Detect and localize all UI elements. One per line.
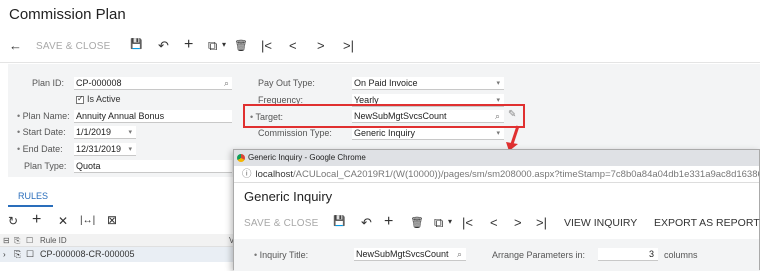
checkbox-checked-icon[interactable] (76, 94, 84, 104)
popup-save-close-button[interactable]: SAVE & CLOSE (244, 218, 318, 229)
popup-window-title: Generic Inquiry - Google Chrome (248, 153, 366, 162)
popup-undo-icon[interactable]: ↶ (361, 215, 372, 231)
main-toolbar: ← SAVE & CLOSE 💾 ↶ + ⧉ ▾ 🗑 |< < > >| (0, 36, 760, 58)
next-record-icon[interactable]: > (317, 38, 325, 53)
chevron-down-icon[interactable]: ▾ (496, 128, 500, 140)
popup-save-icon[interactable]: 💾 (333, 216, 345, 227)
row-select-icon: ⊟ (3, 236, 10, 245)
start-date-label: Start Date: (17, 127, 66, 137)
page-title: Commission Plan (9, 6, 126, 23)
attachment-icon: ⎘ (14, 236, 21, 245)
add-icon[interactable]: + (184, 36, 193, 54)
end-date-field[interactable]: 12/31/2019 ▾ (74, 143, 136, 156)
previous-record-icon[interactable]: < (289, 38, 297, 53)
inquiry-title-field[interactable]: NewSubMgtSvcsCount ⌕ (354, 248, 466, 261)
start-date-field[interactable]: 1/1/2019 ▾ (74, 126, 136, 139)
popup-toolbar: SAVE & CLOSE 💾 ↶ + 🗑 ⧉ ▾ |< < > >| VIEW … (234, 213, 760, 235)
row-expand-icon[interactable]: › (3, 247, 6, 262)
url-host: localhost (255, 169, 294, 180)
refresh-icon[interactable]: ↻ (8, 214, 18, 228)
popup-first-record-icon[interactable]: |< (462, 215, 473, 230)
last-record-icon[interactable]: >| (343, 38, 354, 53)
target-highlight-box (243, 104, 525, 128)
column-header-rule-id[interactable]: Rule ID (40, 234, 67, 247)
address-bar[interactable]: ⓘ localhost/ACULocal_CA2019R1/(W(10000))/… (234, 166, 759, 183)
grid-header: ⊟ ⎘ ☐ Rule ID V (0, 234, 240, 247)
plan-type-field[interactable]: Quota (74, 160, 232, 173)
rule-id-cell[interactable]: CP-000008-CR-000005 (40, 247, 135, 262)
generic-inquiry-popup: Generic Inquiry - Google Chrome ⓘ localho… (233, 149, 760, 271)
popup-next-record-icon[interactable]: > (514, 215, 522, 230)
delete-row-icon[interactable]: ✕ (58, 214, 68, 228)
pay-out-type-field[interactable]: On Paid Invoice ▾ (352, 77, 504, 90)
plan-type-value: Quota (76, 161, 101, 171)
note-icon: ☐ (26, 236, 34, 245)
plan-name-value: Annuity Annual Bonus (76, 111, 165, 121)
url-path: /ACULocal_CA2019R1/(W(10000))/pages/sm/s… (293, 169, 759, 180)
inquiry-title-label: Inquiry Title: (254, 250, 309, 260)
search-icon[interactable]: ⌕ (457, 248, 462, 260)
arrange-parameters-field[interactable]: 3 (598, 248, 658, 261)
chevron-down-icon[interactable]: ▾ (128, 144, 132, 156)
fit-columns-icon[interactable]: |↔| (80, 215, 95, 226)
view-inquiry-button[interactable]: VIEW INQUIRY (564, 217, 637, 229)
arrange-parameters-label: Arrange Parameters in: (492, 250, 586, 260)
pay-out-type-label: Pay Out Type: (258, 78, 315, 88)
export-as-report-button[interactable]: EXPORT AS REPORT (654, 217, 760, 229)
copy-icon[interactable]: ⧉ (208, 38, 217, 54)
copy-caret-icon[interactable]: ▾ (222, 40, 226, 49)
popup-previous-record-icon[interactable]: < (490, 215, 498, 230)
note-icon: ☐ (26, 249, 35, 259)
arrow-down-icon (506, 125, 520, 151)
popup-page-title: Generic Inquiry (244, 189, 333, 204)
is-active-label: Is Active (87, 94, 121, 104)
save-close-button[interactable]: SAVE & CLOSE (36, 41, 110, 52)
inquiry-title-value: NewSubMgtSvcsCount (356, 249, 449, 259)
add-row-icon[interactable]: + (32, 211, 41, 229)
attachment-icon: ⎘ (14, 249, 22, 259)
plan-id-value: CP-000008 (76, 78, 122, 88)
plan-id-field[interactable]: CP-000008 ⌕ (74, 77, 232, 90)
chevron-down-icon[interactable]: ▾ (128, 127, 132, 139)
plan-type-label: Plan Type: (24, 161, 67, 171)
columns-label: columns (664, 250, 698, 260)
popup-title-bar: Generic Inquiry - Google Chrome (234, 150, 759, 166)
chevron-down-icon[interactable]: ▾ (496, 78, 500, 90)
search-icon[interactable]: ⌕ (224, 77, 229, 89)
popup-add-icon[interactable]: + (384, 213, 393, 231)
pay-out-type-value: On Paid Invoice (354, 78, 418, 88)
back-icon[interactable]: ← (9, 38, 22, 53)
toolbar-divider (0, 62, 760, 63)
popup-delete-icon[interactable]: 🗑 (410, 216, 424, 229)
plan-name-field[interactable]: Annuity Annual Bonus (74, 110, 232, 123)
commission-type-value: Generic Inquiry (354, 128, 416, 138)
popup-copy-icon[interactable]: ⧉ (434, 215, 443, 231)
arrange-parameters-value: 3 (648, 249, 654, 259)
tab-rules[interactable]: RULES (18, 191, 48, 201)
first-record-icon[interactable]: |< (261, 38, 272, 53)
table-row[interactable]: › ⎘ ☐ CP-000008-CR-000005 (0, 247, 240, 262)
commission-type-label: Commission Type: (258, 128, 332, 138)
start-date-value: 1/1/2019 (76, 127, 112, 137)
end-date-label: End Date: (17, 144, 63, 154)
end-date-value: 12/31/2019 (76, 144, 122, 154)
save-icon[interactable]: 💾 (130, 39, 142, 50)
info-icon[interactable]: ⓘ (242, 169, 252, 180)
popup-form: Inquiry Title: NewSubMgtSvcsCount ⌕ Arra… (234, 239, 759, 271)
delete-icon[interactable]: 🗑 (234, 39, 248, 52)
plan-id-label: Plan ID: (32, 78, 65, 88)
undo-icon[interactable]: ↶ (158, 38, 169, 54)
is-active-checkbox[interactable]: Is Active (76, 94, 121, 104)
plan-name-label: Plan Name: (17, 111, 70, 121)
export-excel-icon[interactable]: ⊠ (107, 213, 117, 227)
tab-active-indicator (8, 205, 53, 207)
popup-last-record-icon[interactable]: >| (536, 215, 547, 230)
chrome-logo-icon (237, 154, 245, 162)
popup-copy-caret-icon[interactable]: ▾ (448, 217, 452, 226)
commission-type-field[interactable]: Generic Inquiry ▾ (352, 127, 504, 140)
